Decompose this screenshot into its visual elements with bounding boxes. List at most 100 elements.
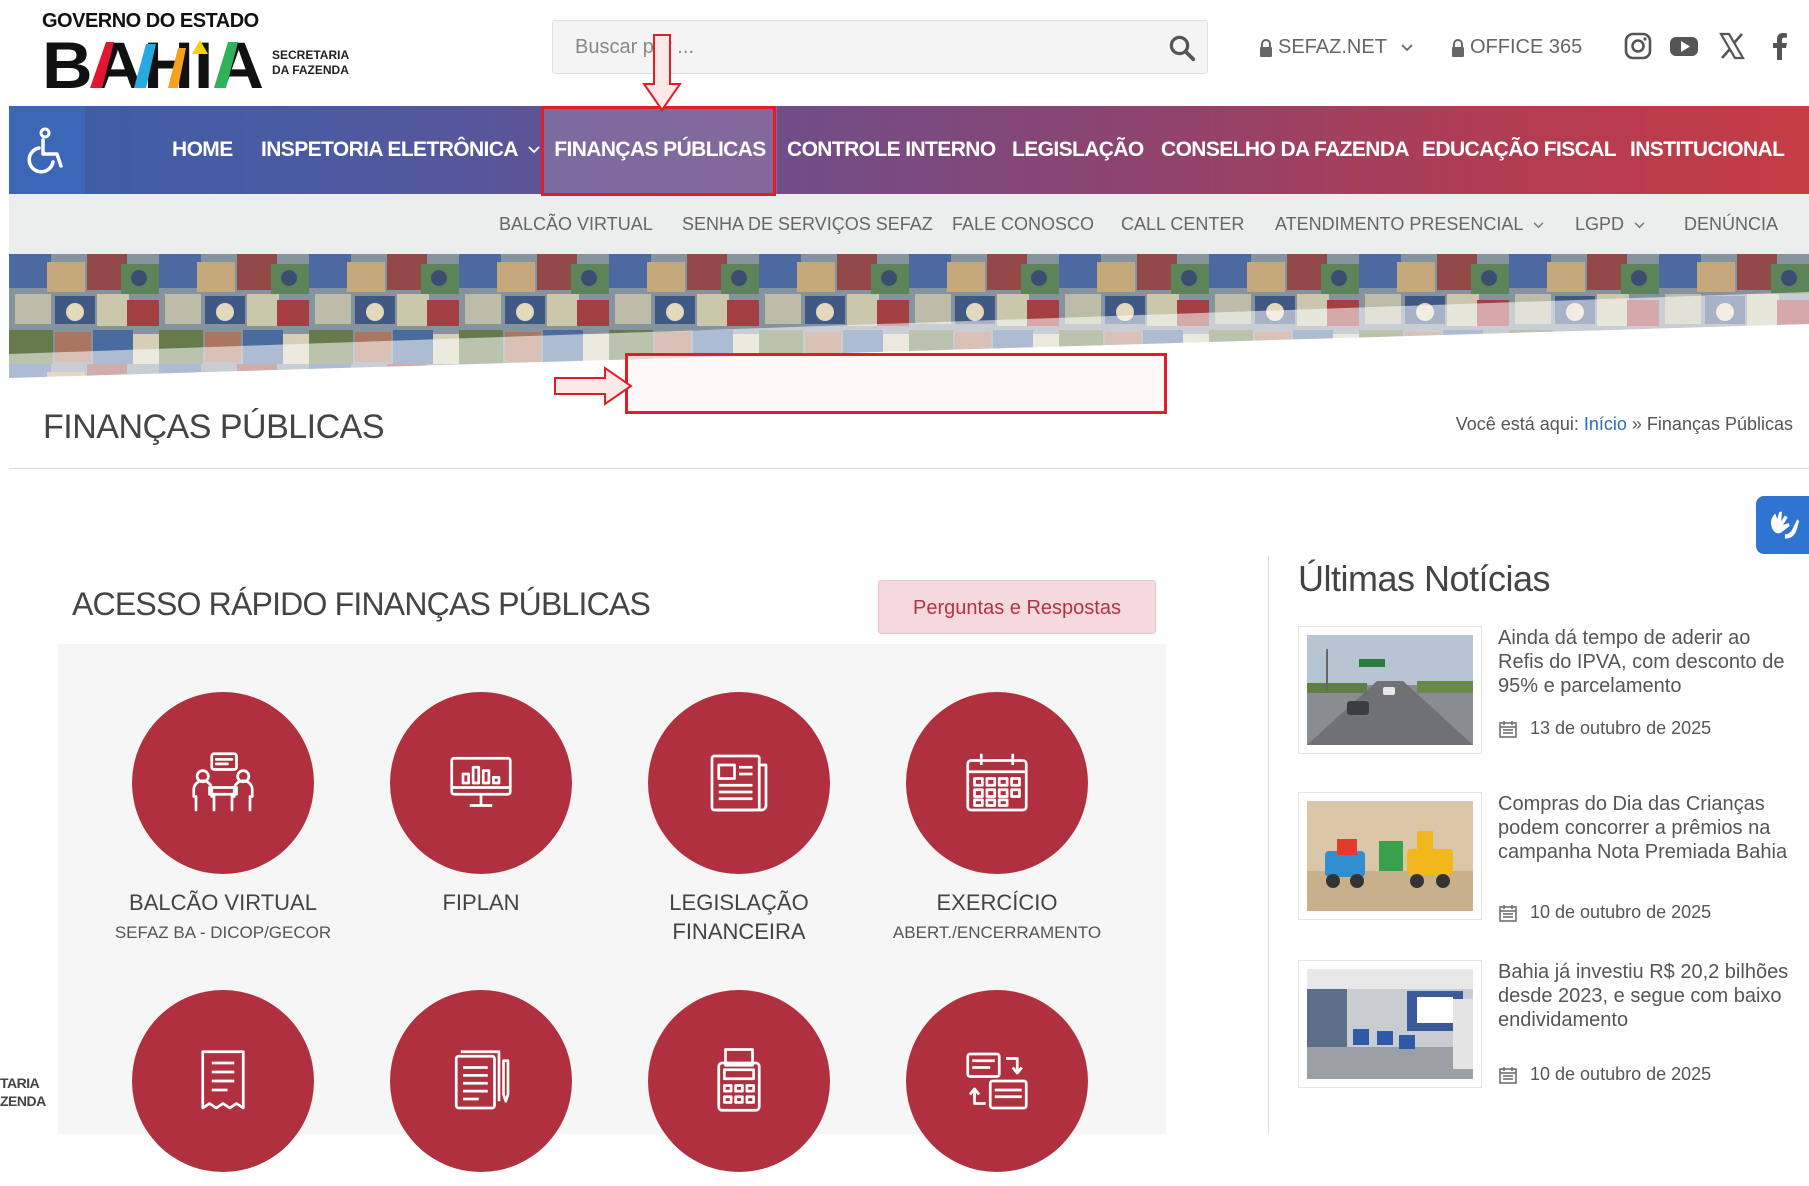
quick-access-circle[interactable] <box>906 692 1088 874</box>
document-pen-icon <box>454 1050 510 1110</box>
transfer-docs-icon <box>966 1052 1028 1110</box>
calendar-icon <box>1499 1066 1517 1084</box>
site-logo[interactable]: GOVERNO DO ESTADO BAHIA SECRETARIA DA FA… <box>42 10 362 92</box>
lock-icon <box>1452 38 1464 57</box>
sefaz-net-label: SEFAZ.NET <box>1278 36 1387 58</box>
sidebar-divider <box>1268 556 1269 1134</box>
news-thumbnail[interactable] <box>1298 960 1482 1088</box>
page-title: FINANÇAS PÚBLICAS <box>43 408 385 446</box>
secondary-nav: BALCÃO VIRTUAL SENHA DE SERVIÇOS SEFAZ F… <box>9 194 1809 254</box>
quick-access-label: FIPLAN <box>442 890 520 915</box>
quick-access-balcao-virtual[interactable]: BALCÃO VIRTUAL SEFAZ BA - DICOP/GECOR <box>98 692 348 943</box>
news-date: 10 de outubro de 2025 <box>1498 1064 1711 1085</box>
accessibility-button[interactable] <box>9 106 85 194</box>
quick-access-exercicio[interactable]: EXERCÍCIO ABERT./ENCERRAMENTO <box>872 692 1122 943</box>
quick-access-item-6[interactable] <box>356 990 606 1186</box>
chevron-down-icon <box>1401 43 1413 51</box>
news-date: 13 de outubro de 2025 <box>1498 718 1711 739</box>
subnav-denuncia[interactable]: DENÚNCIA <box>1684 194 1778 254</box>
quick-access-circle[interactable] <box>132 990 314 1172</box>
x-twitter-icon[interactable] <box>1716 30 1748 62</box>
subnav-call-center[interactable]: CALL CENTER <box>1121 194 1244 254</box>
news-headline[interactable]: Ainda dá tempo de aderir ao Refis do IPV… <box>1498 626 1798 698</box>
quick-access-sublabel: ABERT./ENCERRAMENTO <box>892 923 1102 942</box>
news-title: Últimas Notícias <box>1298 558 1551 599</box>
subnav-atendimento-presencial[interactable]: ATENDIMENTO PRESENCIAL <box>1275 194 1544 254</box>
nav-home[interactable]: HOME <box>172 106 233 194</box>
news-thumbnail[interactable] <box>1298 792 1482 920</box>
subnav-senha-servicos[interactable]: SENHA DE SERVIÇOS SEFAZ <box>682 194 933 254</box>
nav-institucional[interactable]: INSTITUCIONAL <box>1630 106 1785 194</box>
news-image-classroom <box>1307 969 1473 1079</box>
logo-gov-line: GOVERNO DO ESTADO <box>42 10 259 32</box>
subnav-balcao-virtual[interactable]: BALCÃO VIRTUAL <box>499 194 653 254</box>
annotation-highlight-area <box>625 353 1167 414</box>
news-headline[interactable]: Compras do Dia das Crianças podem concor… <box>1498 792 1798 864</box>
bahia-wordmark: BAHIA <box>42 34 264 92</box>
news-item[interactable]: Bahia já investiu R$ 20,2 bilhões desde … <box>1298 960 1798 1090</box>
news-headline[interactable]: Bahia já investiu R$ 20,2 bilhões desde … <box>1498 960 1798 1032</box>
news-item[interactable]: Compras do Dia das Crianças podem concor… <box>1298 792 1798 922</box>
monitor-chart-icon <box>450 756 512 807</box>
main-nav: HOME INSPETORIA ELETRÔNICA FINANÇAS PÚBL… <box>9 106 1809 194</box>
quick-access-item-7[interactable] <box>614 990 864 1186</box>
nav-conselho-da-fazenda[interactable]: CONSELHO DA FAZENDA <box>1161 106 1410 194</box>
subnav-lgpd-label: LGPD <box>1575 214 1625 234</box>
quick-access-circle[interactable] <box>390 692 572 874</box>
quick-access-legislacao-financeira[interactable]: LEGISLAÇÃO FINANCEIRA <box>614 692 864 952</box>
office-365-label: OFFICE 365 <box>1470 36 1583 58</box>
news-item[interactable]: Ainda dá tempo de aderir ao Refis do IPV… <box>1298 626 1798 756</box>
quick-access-circle[interactable] <box>390 990 572 1172</box>
subnav-atendimento-presencial-label: ATENDIMENTO PRESENCIAL <box>1275 214 1524 234</box>
quick-access-label: BALCÃO VIRTUAL <box>129 890 317 915</box>
breadcrumb-separator: » <box>1631 414 1642 434</box>
receipt-icon <box>201 1050 245 1110</box>
footer-logo-fragment: TARIA ZENDA <box>0 1074 46 1110</box>
chevron-down-icon <box>528 146 540 154</box>
quick-access-circle[interactable] <box>132 692 314 874</box>
news-date-text: 10 de outubro de 2025 <box>1530 1064 1712 1084</box>
chevron-down-icon <box>1634 222 1645 229</box>
nav-inspetoria-eletronica[interactable]: INSPETORIA ELETRÔNICA <box>261 106 540 194</box>
quick-access-label: EXERCÍCIO <box>936 890 1058 915</box>
nav-controle-interno[interactable]: CONTROLE INTERNO <box>787 106 996 194</box>
news-image-road <box>1307 635 1473 745</box>
search-icon[interactable] <box>1167 33 1197 63</box>
vlibras-button[interactable] <box>1756 496 1809 554</box>
news-thumbnail[interactable] <box>1298 626 1482 754</box>
newspaper-icon <box>710 754 768 812</box>
youtube-icon[interactable] <box>1668 30 1700 62</box>
sign-language-hands-icon <box>1770 511 1799 539</box>
office-365-link[interactable]: OFFICE 365 <box>1450 36 1582 59</box>
subnav-fale-conosco[interactable]: FALE CONOSCO <box>952 194 1094 254</box>
quick-access-fiplan[interactable]: FIPLAN <box>356 692 606 923</box>
news-image-toys <box>1307 801 1473 911</box>
nav-educacao-fiscal[interactable]: EDUCAÇÃO FISCAL <box>1422 106 1617 194</box>
footer-logo-fragment-line2: ZENDA <box>0 1093 46 1109</box>
instagram-icon[interactable] <box>1622 30 1654 62</box>
quick-access-item-8[interactable] <box>872 990 1122 1186</box>
breadcrumb-current: Finanças Públicas <box>1646 414 1793 434</box>
nav-legislacao[interactable]: LEGISLAÇÃO <box>1012 106 1144 194</box>
annotation-arrow-down <box>642 34 682 112</box>
meeting-icon <box>192 752 254 812</box>
sefaz-net-link[interactable]: SEFAZ.NET <box>1258 36 1413 59</box>
annotation-highlight-nav <box>541 106 776 196</box>
quick-access-label: LEGISLAÇÃO FINANCEIRA <box>669 890 809 944</box>
quick-access-circle[interactable] <box>648 692 830 874</box>
faq-button[interactable]: Perguntas e Respostas <box>878 580 1156 634</box>
wheelchair-icon <box>27 127 63 174</box>
title-divider <box>9 468 1809 469</box>
quick-access-title: ACESSO RÁPIDO FINANÇAS PÚBLICAS <box>72 586 651 622</box>
quick-access-circle[interactable] <box>648 990 830 1172</box>
news-date: 10 de outubro de 2025 <box>1498 902 1711 923</box>
facebook-icon[interactable] <box>1764 30 1796 62</box>
quick-access-item-5[interactable] <box>98 990 348 1186</box>
breadcrumb-prefix: Você está aqui: <box>1455 414 1579 434</box>
annotation-arrow-right <box>554 366 633 406</box>
quick-access-circle[interactable] <box>906 990 1088 1172</box>
breadcrumb-home-link[interactable]: Início <box>1584 414 1627 434</box>
quick-access-sublabel: SEFAZ BA - DICOP/GECOR <box>114 923 332 942</box>
subnav-lgpd[interactable]: LGPD <box>1575 194 1645 254</box>
logo-secretaria: SECRETARIA DA FAZENDA <box>272 48 349 78</box>
